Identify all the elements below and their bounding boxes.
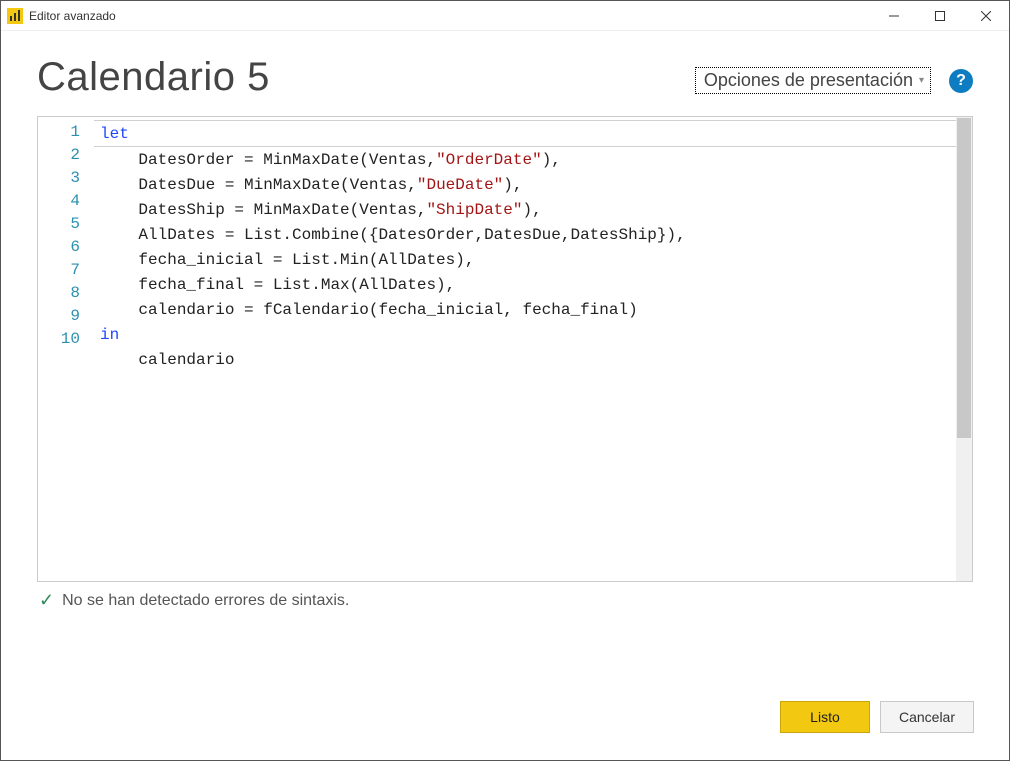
- code-token: DatesShip = MinMaxDate(Ventas,: [100, 201, 426, 219]
- code-token: "DueDate": [417, 176, 503, 194]
- code-token: in: [100, 326, 119, 344]
- done-button[interactable]: Listo: [780, 701, 870, 733]
- line-number: 8: [38, 281, 94, 304]
- code-token: fecha_final = List.Max(AllDates),: [100, 276, 455, 294]
- line-number: 9: [38, 304, 94, 327]
- help-icon: ?: [956, 72, 966, 90]
- code-line[interactable]: in: [94, 322, 972, 347]
- cancel-button[interactable]: Cancelar: [880, 701, 974, 733]
- code-token: "ShipDate": [426, 201, 522, 219]
- header: Calendario 5 Opciones de presentación ▾ …: [37, 55, 973, 100]
- code-editor[interactable]: 12345678910 let DatesOrder = MinMaxDate(…: [37, 116, 973, 582]
- line-number-gutter: 12345678910: [38, 117, 94, 581]
- code-line[interactable]: calendario = fCalendario(fecha_inicial, …: [94, 297, 972, 322]
- line-number: 6: [38, 235, 94, 258]
- code-token: "OrderDate": [436, 151, 542, 169]
- done-button-label: Listo: [810, 709, 840, 725]
- help-button[interactable]: ?: [949, 69, 973, 93]
- code-token: calendario: [100, 351, 234, 369]
- line-number: 4: [38, 189, 94, 212]
- line-number: 5: [38, 212, 94, 235]
- display-options-label: Opciones de presentación: [704, 70, 913, 91]
- code-token: let: [100, 125, 129, 143]
- code-token: ),: [542, 151, 561, 169]
- window-title: Editor avanzado: [29, 9, 116, 23]
- code-line[interactable]: let: [94, 120, 964, 147]
- code-line[interactable]: DatesDue = MinMaxDate(Ventas,"DueDate"),: [94, 172, 972, 197]
- line-number: 10: [38, 327, 94, 350]
- status-bar: ✓ No se han detectado errores de sintaxi…: [37, 582, 973, 611]
- code-token: ),: [522, 201, 541, 219]
- cancel-button-label: Cancelar: [899, 709, 955, 725]
- code-token: calendario = fCalendario(fecha_inicial, …: [100, 301, 638, 319]
- code-line[interactable]: calendario: [94, 347, 972, 372]
- code-line[interactable]: AllDates = List.Combine({DatesOrder,Date…: [94, 222, 972, 247]
- minimize-button[interactable]: [871, 1, 917, 31]
- window-controls: [871, 1, 1009, 31]
- status-message: No se han detectado errores de sintaxis.: [62, 592, 349, 610]
- code-token: fecha_inicial = List.Min(AllDates),: [100, 251, 474, 269]
- code-line[interactable]: fecha_final = List.Max(AllDates),: [94, 272, 972, 297]
- code-area[interactable]: let DatesOrder = MinMaxDate(Ventas,"Orde…: [94, 117, 972, 581]
- display-options-dropdown[interactable]: Opciones de presentación ▾: [695, 67, 931, 94]
- titlebar: Editor avanzado: [1, 1, 1009, 31]
- vertical-scrollbar[interactable]: [956, 117, 972, 581]
- code-token: ),: [503, 176, 522, 194]
- maximize-button[interactable]: [917, 1, 963, 31]
- code-token: AllDates = List.Combine({DatesOrder,Date…: [100, 226, 686, 244]
- check-icon: ✓: [39, 590, 54, 611]
- line-number: 3: [38, 166, 94, 189]
- chevron-down-icon: ▾: [919, 75, 924, 86]
- code-line[interactable]: DatesOrder = MinMaxDate(Ventas,"OrderDat…: [94, 147, 972, 172]
- app-icon: [7, 8, 23, 24]
- code-line[interactable]: fecha_inicial = List.Min(AllDates),: [94, 247, 972, 272]
- code-token: DatesOrder = MinMaxDate(Ventas,: [100, 151, 436, 169]
- line-number: 7: [38, 258, 94, 281]
- code-line[interactable]: DatesShip = MinMaxDate(Ventas,"ShipDate"…: [94, 197, 972, 222]
- scrollbar-thumb[interactable]: [957, 118, 971, 438]
- page-title: Calendario 5: [37, 55, 270, 100]
- code-token: DatesDue = MinMaxDate(Ventas,: [100, 176, 417, 194]
- line-number: 1: [38, 120, 94, 143]
- close-button[interactable]: [963, 1, 1009, 31]
- dialog-footer: Listo Cancelar: [780, 701, 974, 733]
- line-number: 2: [38, 143, 94, 166]
